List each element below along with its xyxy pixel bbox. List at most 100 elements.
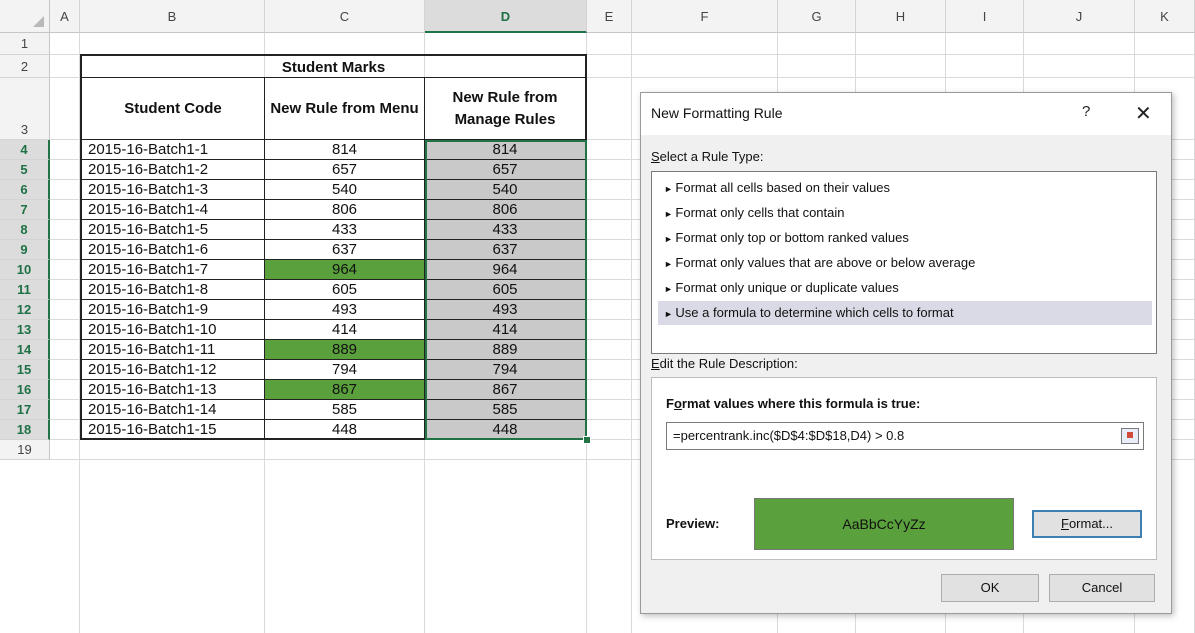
- column-header-a[interactable]: A: [50, 0, 80, 33]
- manage-rule-cell[interactable]: 605: [425, 280, 587, 300]
- row-header-4[interactable]: 4: [0, 140, 50, 160]
- rule-type-item[interactable]: ► Format only top or bottom ranked value…: [658, 226, 1152, 250]
- row-header-9[interactable]: 9: [0, 240, 50, 260]
- column-header-g[interactable]: G: [778, 0, 856, 33]
- column-header-d[interactable]: D: [425, 0, 587, 33]
- close-icon[interactable]: ✕: [1135, 101, 1152, 126]
- row-header-1[interactable]: 1: [0, 33, 50, 55]
- rule-type-item[interactable]: ► Format all cells based on their values: [658, 176, 1152, 200]
- table-header-menu: New Rule from Menu: [265, 78, 425, 140]
- row-header-3[interactable]: 3: [0, 78, 50, 140]
- row-header-19[interactable]: 19: [0, 440, 50, 460]
- row-header-15[interactable]: 15: [0, 360, 50, 380]
- student-code-cell[interactable]: 2015-16-Batch1-7: [80, 260, 265, 280]
- student-code-cell[interactable]: 2015-16-Batch1-3: [80, 180, 265, 200]
- student-code-cell[interactable]: 2015-16-Batch1-9: [80, 300, 265, 320]
- table-header-code: Student Code: [80, 78, 265, 140]
- rule-type-label: Format only cells that contain: [675, 205, 845, 220]
- manage-rule-cell[interactable]: 964: [425, 260, 587, 280]
- manage-rule-cell[interactable]: 889: [425, 340, 587, 360]
- student-code-cell[interactable]: 2015-16-Batch1-2: [80, 160, 265, 180]
- menu-rule-cell[interactable]: 585: [265, 400, 425, 420]
- row-header-11[interactable]: 11: [0, 280, 50, 300]
- ok-button[interactable]: OK: [941, 574, 1039, 602]
- manage-rule-cell[interactable]: 794: [425, 360, 587, 380]
- menu-rule-cell[interactable]: 814: [265, 140, 425, 160]
- rule-type-item[interactable]: ► Format only unique or duplicate values: [658, 276, 1152, 300]
- fill-handle[interactable]: [583, 436, 591, 444]
- rule-type-item[interactable]: ► Format only cells that contain: [658, 201, 1152, 225]
- row-header-5[interactable]: 5: [0, 160, 50, 180]
- student-code-cell[interactable]: 2015-16-Batch1-1: [80, 140, 265, 160]
- cancel-button[interactable]: Cancel: [1049, 574, 1155, 602]
- menu-rule-cell[interactable]: 414: [265, 320, 425, 340]
- manage-rule-cell[interactable]: 814: [425, 140, 587, 160]
- row-header-17[interactable]: 17: [0, 400, 50, 420]
- gridline: [631, 33, 632, 633]
- row-header-7[interactable]: 7: [0, 200, 50, 220]
- student-code-cell[interactable]: 2015-16-Batch1-8: [80, 280, 265, 300]
- student-code-cell[interactable]: 2015-16-Batch1-4: [80, 200, 265, 220]
- menu-rule-cell[interactable]: 493: [265, 300, 425, 320]
- rule-type-item[interactable]: ► Use a formula to determine which cells…: [658, 301, 1152, 325]
- manage-rule-cell[interactable]: 493: [425, 300, 587, 320]
- menu-rule-cell[interactable]: 657: [265, 160, 425, 180]
- collapse-dialog-icon[interactable]: [1121, 428, 1139, 444]
- column-header-h[interactable]: H: [856, 0, 946, 33]
- manage-rule-cell[interactable]: 585: [425, 400, 587, 420]
- table-header-label: Student Code: [124, 99, 222, 117]
- help-icon[interactable]: ?: [1082, 103, 1090, 120]
- menu-rule-cell[interactable]: 889: [265, 340, 425, 360]
- manage-rule-cell[interactable]: 540: [425, 180, 587, 200]
- dialog-title-bar[interactable]: New Formatting Rule ? ✕: [641, 93, 1171, 135]
- row-header-10[interactable]: 10: [0, 260, 50, 280]
- column-header-e[interactable]: E: [587, 0, 632, 33]
- rule-type-list[interactable]: ► Format all cells based on their values…: [651, 171, 1157, 354]
- student-code-cell[interactable]: 2015-16-Batch1-5: [80, 220, 265, 240]
- rule-type-item[interactable]: ► Format only values that are above or b…: [658, 251, 1152, 275]
- menu-rule-cell[interactable]: 433: [265, 220, 425, 240]
- student-code-cell[interactable]: 2015-16-Batch1-13: [80, 380, 265, 400]
- student-code-cell[interactable]: 2015-16-Batch1-12: [80, 360, 265, 380]
- row-header-8[interactable]: 8: [0, 220, 50, 240]
- row-header-18[interactable]: 18: [0, 420, 50, 440]
- row-header-14[interactable]: 14: [0, 340, 50, 360]
- row-header-12[interactable]: 12: [0, 300, 50, 320]
- row-header-13[interactable]: 13: [0, 320, 50, 340]
- rule-type-label: Use a formula to determine which cells t…: [675, 305, 954, 320]
- format-button[interactable]: Format...: [1032, 510, 1142, 538]
- column-header-k[interactable]: K: [1135, 0, 1195, 33]
- manage-rule-cell[interactable]: 867: [425, 380, 587, 400]
- arrow-right-icon: ►: [664, 259, 676, 269]
- manage-rule-cell[interactable]: 637: [425, 240, 587, 260]
- menu-rule-cell[interactable]: 448: [265, 420, 425, 440]
- manage-rule-cell[interactable]: 806: [425, 200, 587, 220]
- menu-rule-cell[interactable]: 637: [265, 240, 425, 260]
- manage-rule-cell[interactable]: 414: [425, 320, 587, 340]
- student-code-cell[interactable]: 2015-16-Batch1-10: [80, 320, 265, 340]
- select-all-corner[interactable]: [0, 0, 50, 33]
- menu-rule-cell[interactable]: 605: [265, 280, 425, 300]
- menu-rule-cell[interactable]: 794: [265, 360, 425, 380]
- menu-rule-cell[interactable]: 806: [265, 200, 425, 220]
- formula-input[interactable]: =percentrank.inc($D$4:$D$18,D4) > 0.8: [666, 422, 1144, 450]
- menu-rule-cell[interactable]: 540: [265, 180, 425, 200]
- column-header-c[interactable]: C: [265, 0, 425, 33]
- column-header-b[interactable]: B: [80, 0, 265, 33]
- student-code-cell[interactable]: 2015-16-Batch1-15: [80, 420, 265, 440]
- column-header-f[interactable]: F: [632, 0, 778, 33]
- menu-rule-cell[interactable]: 964: [265, 260, 425, 280]
- row-header-6[interactable]: 6: [0, 180, 50, 200]
- student-code-cell[interactable]: 2015-16-Batch1-14: [80, 400, 265, 420]
- menu-rule-cell[interactable]: 867: [265, 380, 425, 400]
- student-code-cell[interactable]: 2015-16-Batch1-11: [80, 340, 265, 360]
- column-header-i[interactable]: I: [946, 0, 1024, 33]
- row-header-16[interactable]: 16: [0, 380, 50, 400]
- manage-rule-cell[interactable]: 448: [425, 420, 587, 440]
- student-code-cell[interactable]: 2015-16-Batch1-6: [80, 240, 265, 260]
- row-header-2[interactable]: 2: [0, 55, 50, 78]
- manage-rule-cell[interactable]: 657: [425, 160, 587, 180]
- arrow-right-icon: ►: [664, 284, 676, 294]
- manage-rule-cell[interactable]: 433: [425, 220, 587, 240]
- column-header-j[interactable]: J: [1024, 0, 1135, 33]
